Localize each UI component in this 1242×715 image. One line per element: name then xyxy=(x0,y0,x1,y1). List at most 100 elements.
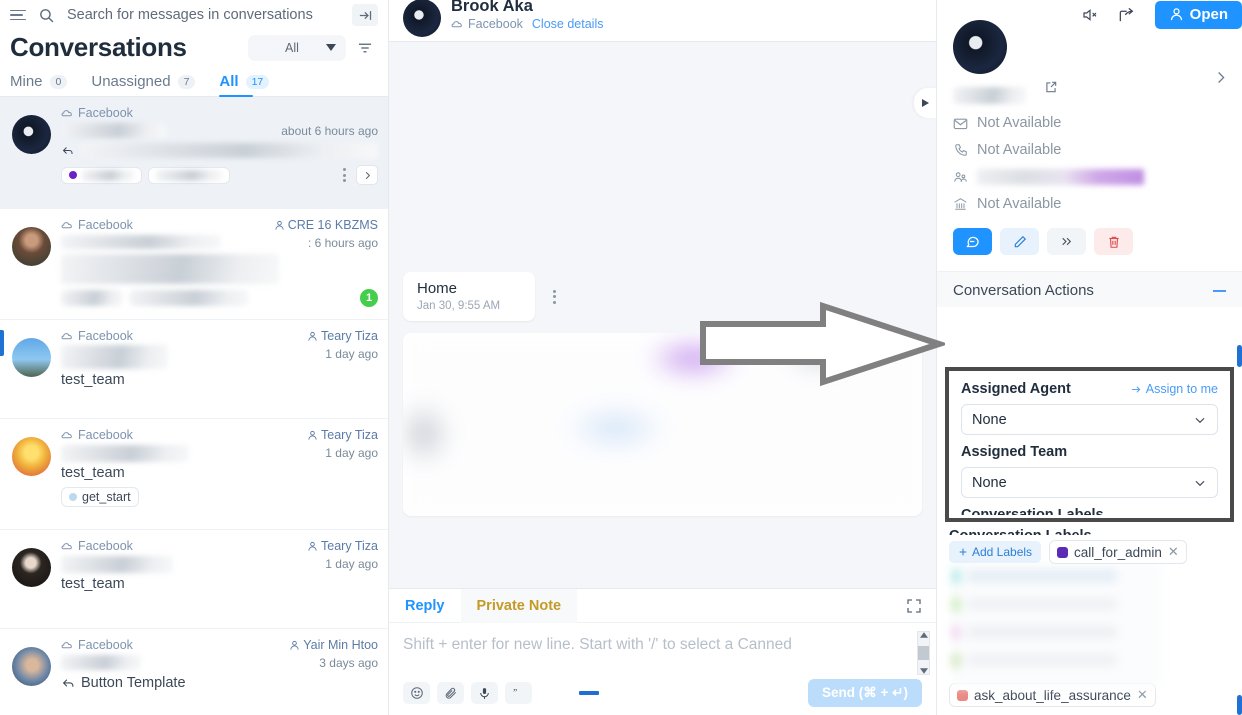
scrollbar[interactable] xyxy=(1237,695,1242,715)
collapse-section-icon[interactable] xyxy=(1213,289,1226,292)
hamburger-icon[interactable] xyxy=(10,9,26,21)
expand-item-icon[interactable] xyxy=(356,165,378,185)
next-conversation-icon[interactable] xyxy=(914,88,936,118)
search-input[interactable]: Search for messages in conversations xyxy=(67,7,340,23)
channel-name: Facebook xyxy=(78,638,133,652)
remove-label-icon[interactable]: ✕ xyxy=(1137,687,1148,703)
microphone-icon[interactable] xyxy=(471,682,498,704)
tab-all[interactable]: All 17 xyxy=(219,73,270,97)
channel-name: Facebook xyxy=(78,539,133,553)
collapse-panel-icon[interactable] xyxy=(352,4,378,26)
delete-icon[interactable] xyxy=(1094,228,1133,255)
tab-reply[interactable]: Reply xyxy=(389,589,461,623)
chevron-down-icon xyxy=(326,44,336,51)
conversations-header: Conversations All xyxy=(0,30,388,63)
tab-mine-count: 0 xyxy=(49,74,68,89)
cloud-icon xyxy=(61,222,72,229)
avatar xyxy=(12,548,51,587)
contact-action-buttons xyxy=(953,228,1226,271)
conversation-label-chip[interactable] xyxy=(148,166,230,184)
list-item[interactable]: Facebook about 6 hours ago xyxy=(0,97,388,209)
emoji-icon[interactable] xyxy=(403,682,430,704)
mute-icon[interactable] xyxy=(1081,7,1099,23)
avatar xyxy=(12,437,51,476)
conversation-label-chip[interactable] xyxy=(61,166,142,184)
scrollbar[interactable] xyxy=(1237,345,1242,367)
assigned-team-value: None xyxy=(972,474,1007,491)
company-icon xyxy=(953,197,968,211)
label-color-swatch xyxy=(957,689,968,701)
remove-label-icon[interactable]: ✕ xyxy=(1168,544,1179,560)
unread-count-badge: 1 xyxy=(360,289,378,307)
expand-editor-icon[interactable] xyxy=(906,598,922,614)
redacted-social-value xyxy=(977,169,1144,185)
message-composer: Reply Private Note Shift + enter for new… xyxy=(389,588,936,715)
conversation-tabs: Mine 0 Unassigned 7 All 17 xyxy=(0,63,388,97)
email-icon xyxy=(953,117,968,130)
attachment-icon[interactable] xyxy=(437,682,464,704)
list-item[interactable]: Facebook Teary Tiza 1 day ago te xyxy=(0,320,388,419)
tab-all-count: 17 xyxy=(245,74,270,89)
reply-input-area[interactable]: Shift + enter for new line. Start with '… xyxy=(389,623,936,677)
message-icon[interactable] xyxy=(953,228,992,255)
person-icon xyxy=(308,541,317,551)
add-labels-button[interactable]: Add Labels xyxy=(949,541,1042,563)
assign-to-me-link[interactable]: Assign to me xyxy=(1130,382,1218,396)
close-details-link[interactable]: Close details xyxy=(532,17,604,31)
conversation-actions-header[interactable]: Conversation Actions xyxy=(937,271,1242,307)
contact-card: Not Available Not Available Not Availabl… xyxy=(937,0,1242,271)
list-item[interactable]: Facebook Teary Tiza 1 day ago te xyxy=(0,419,388,530)
tab-private-note[interactable]: Private Note xyxy=(460,588,578,623)
avatar xyxy=(403,0,441,37)
page-title: Conversations xyxy=(10,32,187,62)
message-preview: Button Template xyxy=(81,675,186,691)
conversation-label-chip[interactable]: get_start xyxy=(61,487,139,507)
tab-mine-label: Mine xyxy=(10,73,43,90)
expand-contact-icon[interactable] xyxy=(1213,70,1228,90)
list-item[interactable]: Facebook Teary Tiza 1 day ago te xyxy=(0,530,388,629)
list-item[interactable]: Facebook Yair Min Htoo 3 days ago Button… xyxy=(0,629,388,715)
tab-mine[interactable]: Mine 0 xyxy=(10,73,68,96)
avatar xyxy=(12,115,51,154)
open-external-icon[interactable] xyxy=(1044,80,1058,99)
edit-icon[interactable] xyxy=(1000,228,1039,255)
merge-icon[interactable] xyxy=(1047,228,1086,255)
conversation-list[interactable]: Facebook about 6 hours ago Facebook CRE … xyxy=(0,97,388,715)
social-profile-icon xyxy=(953,170,968,184)
open-conversation-button[interactable]: Open xyxy=(1154,1,1242,29)
canned-response-icon[interactable]: ” xyxy=(505,682,532,704)
label-name: call_for_admin xyxy=(1074,544,1162,560)
cloud-icon xyxy=(61,110,72,117)
send-button[interactable]: Send (⌘ + ↵) xyxy=(808,679,922,707)
chatwoot-app: Search for messages in conversations Con… xyxy=(0,0,1242,715)
redacted-contact-name xyxy=(953,87,1026,104)
redacted-preview xyxy=(61,254,279,284)
tab-unassigned[interactable]: Unassigned 7 xyxy=(91,73,196,96)
redacted-contact-name xyxy=(61,345,168,369)
list-item[interactable]: Facebook CRE 16 KBZMS : 6 hours ago 1 xyxy=(0,209,388,320)
message-timestamp: Jan 30, 9:55 AM xyxy=(417,300,501,312)
assigned-team-label: Assigned Team xyxy=(961,444,1068,460)
redacted-label-dropdown[interactable] xyxy=(951,562,1161,687)
composer-scrollbar[interactable] xyxy=(917,631,930,675)
channel-name: Facebook xyxy=(78,106,133,120)
timestamp: 3 days ago xyxy=(319,656,378,670)
assigned-team-select[interactable]: None xyxy=(961,467,1218,498)
more-options-icon[interactable] xyxy=(339,164,350,186)
share-icon[interactable] xyxy=(1117,7,1135,24)
timestamp: : 6 hours ago xyxy=(307,236,378,250)
cloud-icon xyxy=(61,543,72,550)
section-title: Conversation Actions xyxy=(953,282,1094,299)
more-options-icon[interactable] xyxy=(549,286,560,308)
conversation-panel: Brook Aka Facebook Close details Home Ja… xyxy=(389,0,937,715)
assignee-name: CRE 16 KBZMS xyxy=(287,218,378,232)
assignee-name: Teary Tiza xyxy=(321,539,378,553)
message-bubble[interactable]: Home Jan 30, 9:55 AM xyxy=(403,272,535,321)
status-filter-dropdown[interactable]: All xyxy=(248,34,346,61)
sort-filter-icon[interactable] xyxy=(354,37,376,59)
label-chip-call-for-admin[interactable]: call_for_admin ✕ xyxy=(1049,540,1187,564)
label-color-dot xyxy=(69,171,77,179)
person-icon xyxy=(290,640,299,650)
assigned-agent-select[interactable]: None xyxy=(961,404,1218,435)
avatar xyxy=(953,20,1007,74)
